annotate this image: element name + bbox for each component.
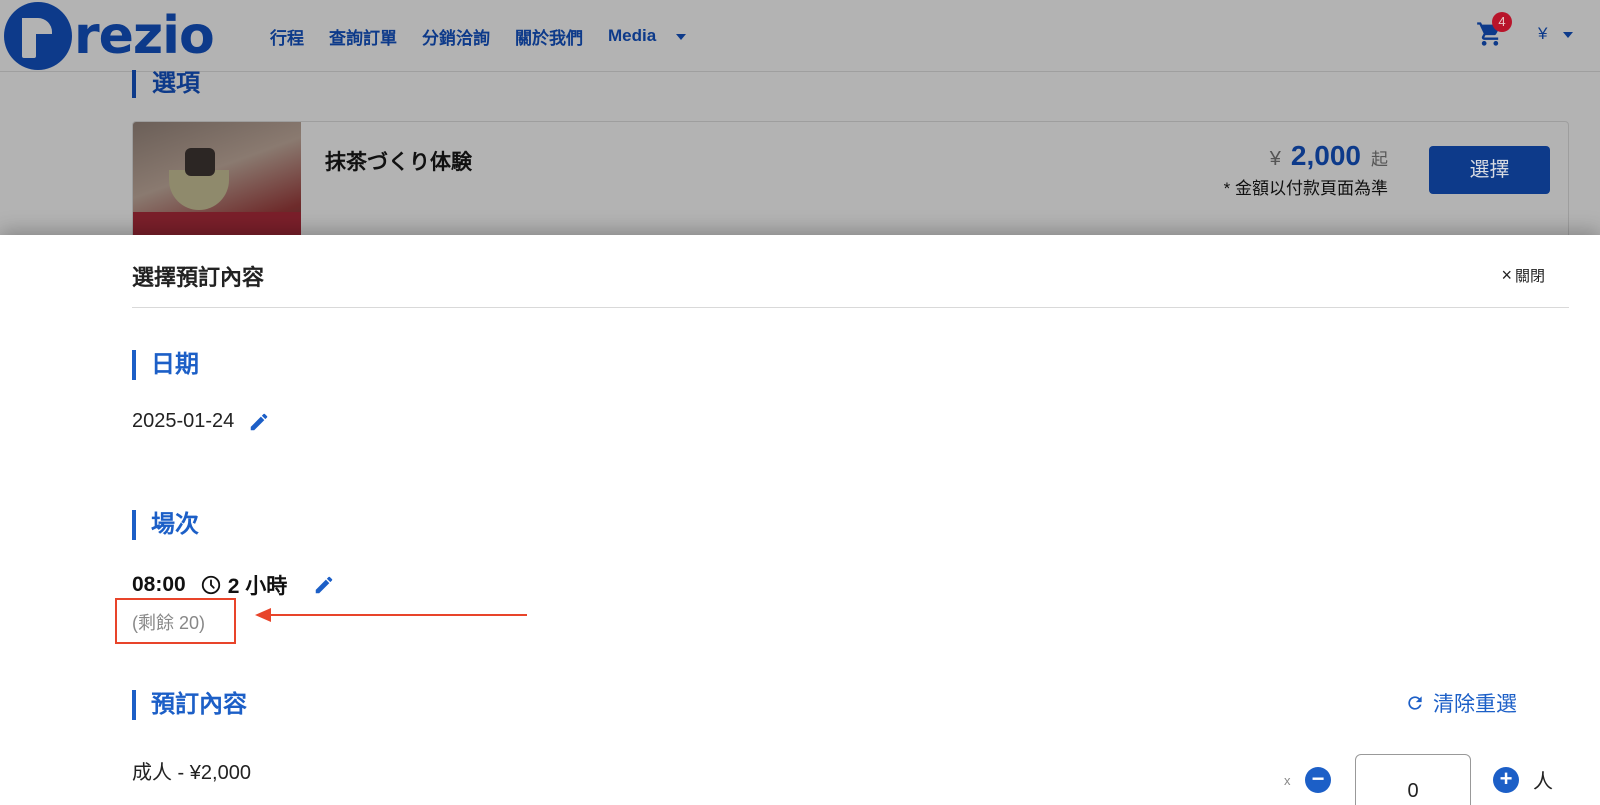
annotation-arrow-icon [255, 608, 527, 622]
price-currency: ¥ [1269, 148, 1281, 170]
price-suffix: 起 [1371, 150, 1388, 169]
qty-plus-button[interactable]: + [1493, 767, 1519, 793]
top-navbar: rezio 行程 查詢訂單 分銷洽詢 關於我們 Media 4 ¥ [0, 0, 1600, 72]
product-image [133, 122, 301, 250]
session-duration: 2 小時 [227, 575, 288, 598]
nav-item-distribution[interactable]: 分銷洽詢 [422, 24, 490, 49]
edit-date-pencil-icon[interactable] [248, 411, 270, 433]
session-row: 08:00 2 小時 [132, 570, 335, 600]
logo-mark-icon [4, 2, 72, 70]
qty-unit-label: 人 [1533, 771, 1553, 793]
close-icon: × [1501, 265, 1512, 285]
page: rezio 行程 查詢訂單 分銷洽詢 關於我們 Media 4 ¥ 選項 抹茶づ… [0, 0, 1600, 805]
modal-header: 選擇預訂內容 × 關閉 [132, 235, 1569, 308]
selected-date: 2025-01-24 [132, 410, 235, 432]
price-amount: 2,000 [1290, 140, 1361, 171]
main-nav: 行程 查詢訂單 分銷洽詢 關於我們 Media [270, 0, 687, 72]
product-image-pot [185, 148, 215, 176]
refresh-icon [1408, 696, 1422, 710]
date-row: 2025-01-24 [132, 410, 270, 433]
booking-section-title: 預訂內容 [132, 690, 247, 720]
ticket-adult-label: 成人 - ¥2,000 [132, 762, 251, 784]
product-image-bowl [169, 170, 229, 210]
currency-label: ¥ [1538, 24, 1548, 43]
nav-item-media[interactable]: Media [608, 26, 656, 46]
booking-modal: 選擇預訂內容 × 關閉 日期 2025-01-24 場次 08:00 2 小時 [0, 235, 1600, 805]
session-section-title: 場次 [132, 510, 199, 540]
clear-reset-button[interactable]: 清除重選 [1405, 688, 1517, 718]
logo-text: rezio [74, 6, 215, 66]
select-button[interactable]: 選擇 [1429, 146, 1550, 194]
annotation-highlight-box [115, 598, 236, 644]
media-dropdown-caret-icon[interactable] [676, 34, 687, 40]
edit-session-pencil-icon[interactable] [313, 574, 335, 596]
rezio-logo[interactable]: rezio [4, 2, 215, 70]
modal-title: 選擇預訂內容 [132, 265, 265, 290]
options-section-title: 選項 [132, 70, 200, 98]
nav-item-tours[interactable]: 行程 [270, 24, 304, 49]
price-note: * 金額以付款頁面為準 [1223, 179, 1388, 198]
nav-item-about[interactable]: 關於我們 [515, 24, 583, 49]
currency-selector[interactable]: ¥ [1538, 24, 1574, 44]
qty-input[interactable] [1355, 754, 1471, 805]
date-section-title: 日期 [132, 350, 199, 380]
product-card[interactable]: 抹茶づくり体験 ¥ 2,000 起 * 金額以付款頁面為準 選擇 [132, 121, 1569, 251]
clock-icon [201, 575, 220, 595]
nav-item-order-lookup[interactable]: 查詢訂單 [329, 24, 397, 49]
close-label: 關閉 [1514, 268, 1545, 285]
qty-minus-button[interactable]: − [1305, 767, 1331, 793]
product-price: ¥ 2,000 起 * 金額以付款頁面為準 [1133, 140, 1388, 199]
product-name: 抹茶づくり体験 [325, 151, 472, 174]
clear-reset-label: 清除重選 [1433, 693, 1517, 716]
modal-close-button[interactable]: × 關閉 [1501, 265, 1545, 286]
cart-count-badge: 4 [1492, 12, 1512, 32]
qty-times-label: x [1284, 773, 1291, 788]
session-time: 08:00 [132, 573, 186, 596]
currency-caret-icon [1563, 32, 1574, 38]
